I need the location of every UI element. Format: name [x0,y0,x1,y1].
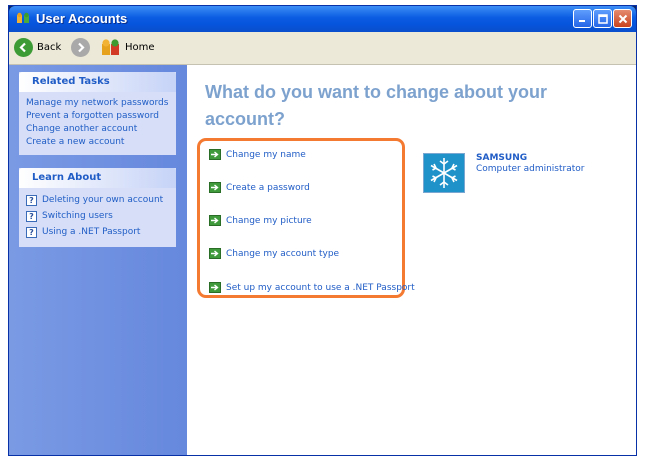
snowflake-icon [430,158,458,188]
green-arrow-icon [209,149,221,160]
related-tasks-title: Related Tasks [19,72,176,92]
user-accounts-icon [17,12,29,23]
minimize-icon [579,20,585,22]
option-label: Change my account type [226,248,340,259]
learn-link-deleting-account[interactable]: ? Deleting your own account [26,193,176,208]
user-accounts-home-icon [102,39,119,55]
green-arrow-icon [209,248,221,259]
home-label: Home [125,41,155,53]
learn-link-net-passport[interactable]: ? Using a .NET Passport [26,225,176,240]
help-icon: ? [26,195,37,206]
back-button[interactable]: Back [14,38,61,57]
option-change-name[interactable]: Change my name [209,149,306,160]
maximize-button[interactable] [593,9,612,28]
option-label: Change my name [226,149,306,160]
page-heading: What do you want to change about your ac… [205,82,547,129]
learn-link-switching-users[interactable]: ? Switching users [26,209,176,224]
close-button[interactable] [613,9,632,28]
option-label: Change my picture [226,215,312,226]
toolbar: Back Home [9,32,636,65]
close-icon [618,14,627,23]
back-label: Back [37,42,62,53]
option-net-passport[interactable]: Set up my account to use a .NET Passport [209,282,415,293]
related-tasks-panel: Related Tasks Manage my network password… [19,72,176,155]
account-role: Computer administrator [476,164,585,174]
forward-button[interactable] [71,38,90,57]
green-arrow-icon [209,182,221,193]
option-label: Create a password [226,182,310,193]
learn-link-label: Switching users [42,211,113,221]
learn-about-title: Learn About [19,168,176,188]
green-arrow-icon [209,215,221,226]
home-button[interactable]: Home [101,38,155,56]
task-link-manage-passwords[interactable]: Manage my network passwords [26,97,176,110]
learn-link-label: Deleting your own account [42,195,164,205]
back-arrow-icon [14,38,33,57]
main-content: What do you want to change about your ac… [187,65,636,455]
option-change-account-type[interactable]: Change my account type [209,248,339,259]
task-link-prevent-forgotten-password[interactable]: Prevent a forgotten password [26,110,176,123]
task-link-change-another-account[interactable]: Change another account [26,123,176,136]
option-label: Set up my account to use a .NET Passport [226,282,415,293]
task-pane: Related Tasks Manage my network password… [9,65,187,455]
help-icon: ? [26,227,37,238]
green-arrow-icon [209,282,221,293]
task-link-create-account[interactable]: Create a new account [26,136,176,149]
learn-link-label: Using a .NET Passport [42,227,141,237]
option-change-picture[interactable]: Change my picture [209,215,312,226]
maximize-icon [597,13,608,24]
forward-arrow-icon [71,38,90,57]
help-icon: ? [26,211,37,222]
title-bar[interactable]: User Accounts [9,6,636,32]
account-name: SAMSUNG [476,153,528,163]
option-create-password[interactable]: Create a password [209,182,310,193]
window-title: User Accounts [36,11,128,26]
learn-about-panel: Learn About ? Deleting your own account … [19,168,176,247]
user-accounts-window: User Accounts Back Home Related Tasks Ma… [8,5,637,456]
minimize-button[interactable] [573,9,592,28]
account-picture [423,153,465,193]
